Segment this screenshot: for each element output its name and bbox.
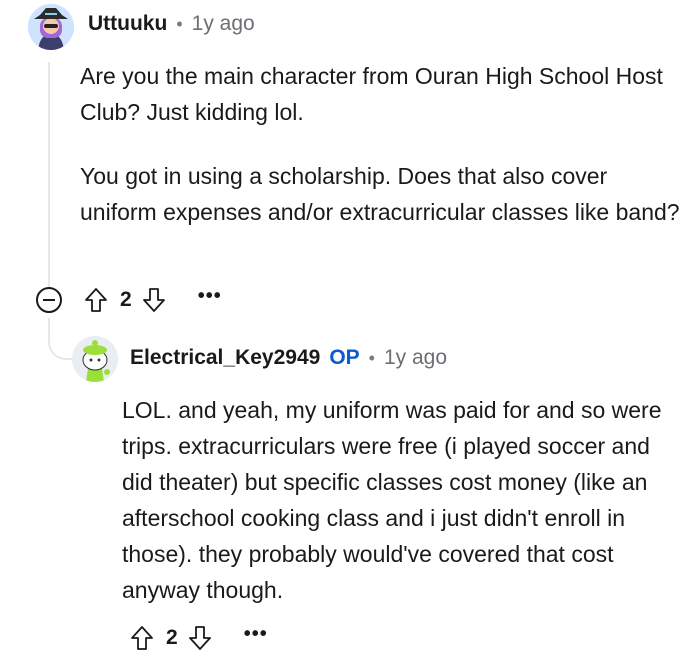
upvote-arrow-icon[interactable] [128, 624, 156, 652]
downvote-arrow-icon[interactable] [186, 624, 214, 652]
meta-separator: • [176, 14, 183, 34]
reply-body: LOL. and yeah, my uniform was paid for a… [122, 392, 682, 608]
avatar[interactable] [28, 4, 74, 50]
comment-meta: Uttuuku • 1y ago [88, 12, 255, 36]
username[interactable]: Uttuuku [88, 12, 167, 36]
meta-separator: • [368, 348, 375, 368]
reply-timestamp[interactable]: 1y ago [384, 346, 447, 370]
more-options-icon[interactable]: ••• [198, 286, 222, 309]
reply-meta: Electrical_Key2949 OP • 1y ago [130, 346, 447, 370]
vote-score: 2 [166, 626, 178, 649]
comment-paragraph: You got in using a scholarship. Does tha… [80, 163, 680, 225]
comment-body: Are you the main character from Ouran Hi… [80, 58, 680, 258]
thread-line[interactable] [48, 62, 50, 288]
comment-actions: 2 ••• [36, 286, 222, 314]
reply-avatar[interactable] [72, 336, 118, 382]
more-options-icon[interactable]: ••• [244, 624, 268, 647]
upvote-arrow-icon[interactable] [82, 286, 110, 314]
reply-paragraph: LOL. and yeah, my uniform was paid for a… [122, 397, 662, 603]
collapse-minus-icon[interactable] [36, 287, 62, 313]
op-badge: OP [329, 346, 360, 369]
downvote-arrow-icon[interactable] [140, 286, 168, 314]
reply-username[interactable]: Electrical_Key2949 [130, 346, 320, 370]
timestamp[interactable]: 1y ago [192, 12, 255, 36]
reply-actions: 2 ••• [128, 624, 268, 652]
reply-connector-line [48, 318, 74, 360]
vote-score: 2 [120, 288, 132, 311]
comment-paragraph: Are you the main character from Ouran Hi… [80, 63, 663, 125]
